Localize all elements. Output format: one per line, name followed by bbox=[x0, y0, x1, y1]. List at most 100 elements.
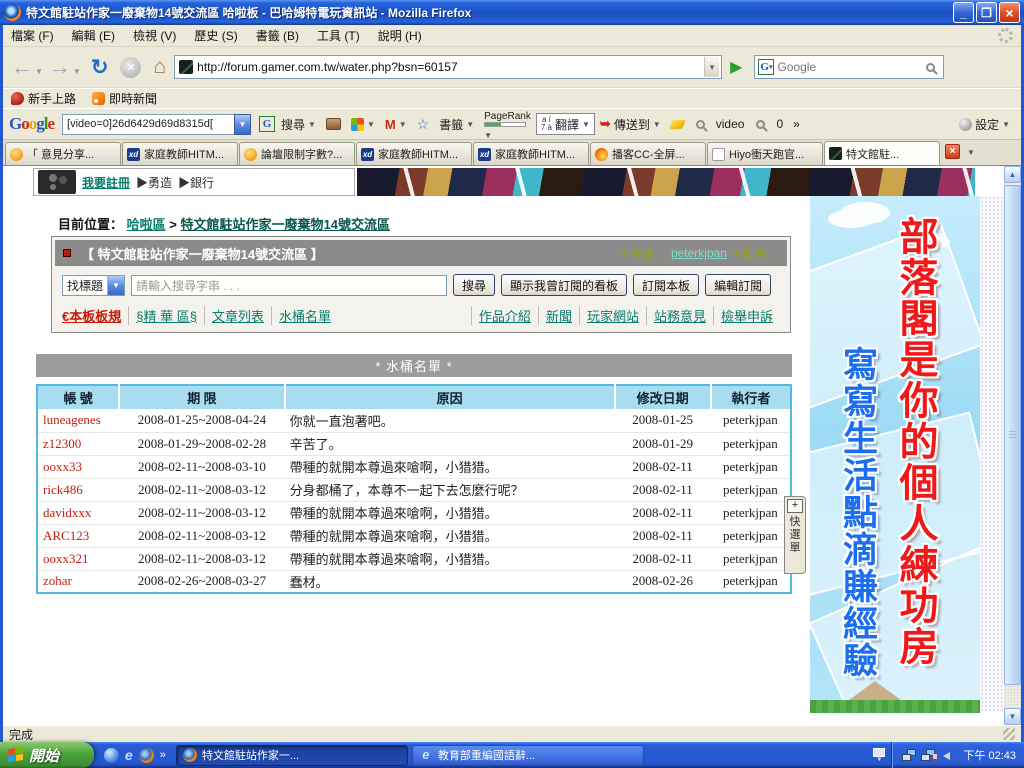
bookmark-getting-started[interactable]: 新手上路 bbox=[11, 90, 76, 107]
menu-help[interactable]: 說明 (H) bbox=[378, 27, 422, 44]
account-link[interactable]: ARC123 bbox=[43, 528, 89, 543]
tab-7[interactable]: Hiyo衝天跑官... bbox=[707, 142, 823, 165]
account-link[interactable]: z12300 bbox=[43, 436, 81, 451]
url-history-dropdown-icon[interactable]: ▼ bbox=[704, 57, 719, 77]
task-button-ie[interactable]: e 教育部重編國語辭... bbox=[412, 745, 644, 766]
start-button[interactable]: 開始 bbox=[0, 742, 94, 768]
reload-button[interactable]: ↻ bbox=[85, 55, 115, 80]
bucket-list-link[interactable]: 水桶名單 bbox=[271, 306, 338, 325]
stop-button[interactable]: × bbox=[120, 57, 141, 78]
list-all-tabs-icon[interactable]: ▼ bbox=[963, 148, 979, 157]
word-find-video[interactable]: video bbox=[689, 117, 750, 131]
essence-area-link[interactable]: §精 華 區§ bbox=[128, 306, 204, 325]
site-feedback-link[interactable]: 站務意見 bbox=[646, 306, 713, 325]
toolbar-overflow[interactable]: » bbox=[788, 117, 805, 131]
tab-5[interactable]: xd家庭教師HITM... bbox=[473, 142, 589, 165]
cell-account[interactable]: ARC123 bbox=[37, 524, 119, 547]
translate-button[interactable]: a í7 à 翻譯▼ bbox=[536, 113, 595, 135]
tab-2[interactable]: xd家庭教師HITM... bbox=[122, 142, 238, 165]
pagerank-indicator[interactable]: PageRank ▼ bbox=[479, 108, 536, 141]
forward-dropdown-icon[interactable]: ▼ bbox=[73, 67, 81, 76]
avatar-link[interactable]: ▶勇造 bbox=[136, 174, 172, 191]
quick-launch-ie-icon[interactable]: e bbox=[125, 748, 133, 763]
search-button[interactable]: 搜尋 bbox=[453, 274, 495, 296]
breadcrumb-board-link[interactable]: 特文館駐站作家一廢棄物14號交流區 bbox=[181, 217, 390, 232]
quick-launch-overflow-icon[interactable]: » bbox=[160, 749, 166, 761]
menu-edit[interactable]: 編輯 (E) bbox=[72, 27, 115, 44]
tab-1[interactable]: 「 意見分享... bbox=[5, 142, 121, 165]
volume-icon[interactable] bbox=[940, 749, 954, 762]
cell-account[interactable]: z12300 bbox=[37, 432, 119, 455]
work-intro-link[interactable]: 作品介紹 bbox=[471, 306, 538, 325]
photos-button[interactable] bbox=[321, 118, 346, 130]
account-link[interactable]: rick486 bbox=[43, 482, 83, 497]
taskbar-clock[interactable]: 下午 02:43 bbox=[959, 747, 1016, 763]
search-category-select[interactable]: 找標題 ▼ bbox=[62, 275, 125, 296]
cell-account[interactable]: rick486 bbox=[37, 478, 119, 501]
account-link[interactable]: davidxxx bbox=[43, 505, 91, 520]
scrollbar-thumb[interactable] bbox=[1004, 185, 1021, 685]
network-icon[interactable] bbox=[902, 749, 916, 762]
web-search-input[interactable] bbox=[777, 60, 924, 74]
resize-grip[interactable] bbox=[1003, 728, 1015, 740]
home-button[interactable]: ⌂ bbox=[147, 55, 174, 79]
query-dropdown-icon[interactable]: ▼ bbox=[234, 114, 251, 135]
bookmark-latest-news[interactable]: 即時新聞 bbox=[92, 90, 157, 107]
close-button[interactable]: × bbox=[999, 2, 1020, 23]
quick-menu-tab[interactable]: + 快選單 bbox=[784, 496, 806, 574]
menu-bookmarks[interactable]: 書籤 (B) bbox=[256, 27, 299, 44]
language-bar-icon[interactable]: ▼ bbox=[873, 748, 885, 763]
menu-file[interactable]: 檔案 (F) bbox=[11, 27, 54, 44]
restore-button[interactable]: ❐ bbox=[976, 2, 997, 23]
back-button[interactable]: ← bbox=[9, 56, 35, 78]
tab-3[interactable]: 論壇限制字數?... bbox=[239, 142, 355, 165]
google-query-combo[interactable]: ▼ bbox=[62, 114, 251, 135]
breadcrumb-section-link[interactable]: 哈啦區 bbox=[127, 217, 166, 232]
register-link[interactable]: 我要註冊 bbox=[82, 174, 130, 191]
highlight-button[interactable] bbox=[666, 120, 689, 129]
cell-account[interactable]: davidxxx bbox=[37, 501, 119, 524]
task-button-firefox[interactable]: 特文館駐站作家一... bbox=[176, 745, 408, 766]
banner-collage-image[interactable] bbox=[357, 168, 975, 196]
edit-subscription-button[interactable]: 編輯訂閱 bbox=[705, 274, 771, 296]
menu-view[interactable]: 檢視 (V) bbox=[133, 27, 176, 44]
url-input[interactable] bbox=[197, 60, 704, 74]
article-list-link[interactable]: 文章列表 bbox=[204, 306, 271, 325]
google-search-button[interactable]: G 搜尋▼ bbox=[251, 116, 321, 133]
show-subscribed-button[interactable]: 顯示我曾訂閱的看板 bbox=[501, 274, 627, 296]
search-magnifier-icon[interactable] bbox=[926, 63, 935, 72]
scroll-down-button[interactable]: ▼ bbox=[1004, 708, 1021, 725]
tab-8-active[interactable]: 特文館駐... bbox=[824, 141, 940, 165]
go-button[interactable]: ▶ bbox=[722, 57, 750, 77]
board-rules-link[interactable]: €本板板規 bbox=[62, 306, 128, 325]
select-dropdown-icon[interactable]: ▼ bbox=[107, 276, 124, 295]
url-bar[interactable]: ▼ bbox=[174, 55, 722, 79]
blog-ad-banner[interactable]: 部落閣是你的個人練功房 寫寫生活點滴賺經驗 bbox=[810, 196, 980, 713]
quick-launch-firefox-icon[interactable] bbox=[139, 748, 154, 763]
forward-button[interactable]: → bbox=[47, 56, 73, 78]
player-sites-link[interactable]: 玩家網站 bbox=[579, 306, 646, 325]
board-search-input[interactable] bbox=[131, 275, 447, 296]
cell-account[interactable]: zohar bbox=[37, 570, 119, 593]
gt-bookmarks-button[interactable]: 書籤▼ bbox=[434, 116, 479, 133]
send-to-button[interactable]: ➥傳送到▼ bbox=[595, 116, 666, 133]
apps-button[interactable]: ▼ bbox=[346, 118, 380, 131]
account-link[interactable]: zohar bbox=[43, 573, 72, 588]
quick-launch-msn-icon[interactable] bbox=[104, 748, 119, 763]
menu-tools[interactable]: 工具 (T) bbox=[317, 27, 360, 44]
account-link[interactable]: ooxx33 bbox=[43, 459, 82, 474]
bank-link[interactable]: ▶銀行 bbox=[178, 174, 214, 191]
news-link[interactable]: 新聞 bbox=[538, 306, 579, 325]
back-dropdown-icon[interactable]: ▼ bbox=[35, 67, 43, 76]
star-bookmark-button[interactable]: ☆ bbox=[412, 116, 435, 133]
tab-6[interactable]: 播客CC-全屏... bbox=[590, 142, 706, 165]
vertical-scrollbar[interactable]: ▲ ▼ bbox=[1004, 166, 1021, 725]
scroll-up-button[interactable]: ▲ bbox=[1004, 166, 1021, 183]
menu-history[interactable]: 歷史 (S) bbox=[194, 27, 237, 44]
settings-button[interactable]: 設定▼ bbox=[954, 116, 1015, 133]
cell-account[interactable]: ooxx321 bbox=[37, 547, 119, 570]
cell-account[interactable]: ooxx33 bbox=[37, 455, 119, 478]
word-find-count[interactable]: 0 bbox=[749, 117, 788, 131]
tab-4[interactable]: xd家庭教師HITM... bbox=[356, 142, 472, 165]
quick-menu-expand-button[interactable]: + bbox=[787, 499, 803, 513]
